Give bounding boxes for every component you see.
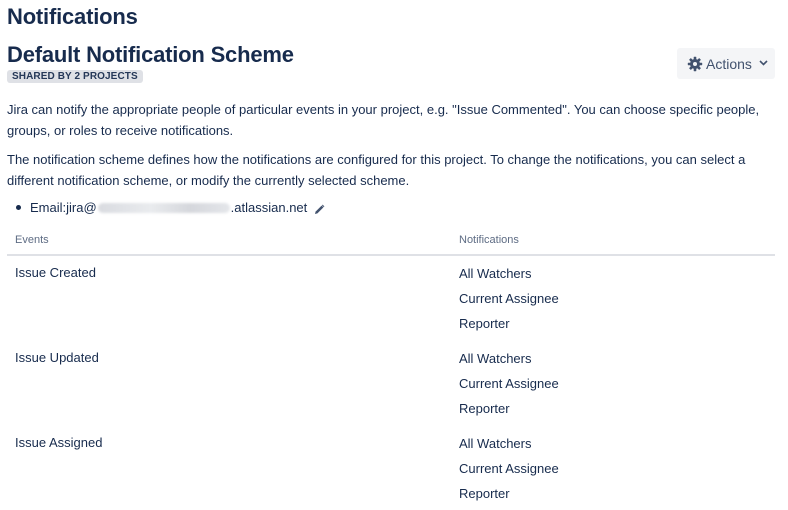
email-label: Email: [30, 200, 67, 215]
notification-item: Current Assignee [459, 461, 559, 476]
shared-badge-prefix: SHARED BY [12, 71, 75, 82]
actions-button[interactable]: Actions [677, 48, 775, 79]
scheme-title: Default Notification Scheme [7, 42, 294, 67]
notification-item: All Watchers [459, 436, 532, 451]
table-header: Events Notifications [7, 228, 775, 256]
notification-item: Current Assignee [459, 376, 559, 391]
email-list-item: Email: jira@ .atlassian.net [16, 198, 325, 218]
email-local-part: jira@ [66, 200, 97, 215]
description-paragraph-1: Jira can notify the appropriate people o… [7, 102, 760, 138]
shared-by-badge: SHARED BY 2 PROJECTS [7, 70, 143, 83]
notification-item: Reporter [459, 401, 510, 416]
notification-item: Reporter [459, 486, 510, 501]
notification-list: All Watchers Current Assignee Reporter [459, 265, 559, 340]
event-name: Issue Created [15, 265, 96, 280]
pencil-icon[interactable] [313, 202, 325, 214]
notification-item: Current Assignee [459, 291, 559, 306]
notification-list: All Watchers Current Assignee Reporter [459, 350, 559, 425]
event-name: Issue Assigned [15, 435, 103, 450]
email-domain: .atlassian.net [230, 200, 308, 215]
description-paragraph-2: The notification scheme defines how the … [7, 152, 746, 188]
gear-icon [687, 56, 703, 72]
actions-label: Actions [706, 55, 752, 72]
shared-badge-suffix: PROJECTS [80, 71, 138, 82]
notification-item: Reporter [459, 316, 510, 331]
chevron-down-icon [759, 58, 768, 69]
event-name: Issue Updated [15, 350, 99, 365]
redacted-email-segment [97, 203, 230, 213]
notification-item: All Watchers [459, 351, 532, 366]
bullet-icon [16, 205, 21, 210]
page-heading: Notifications [7, 4, 138, 29]
notification-item: All Watchers [459, 266, 532, 281]
events-column-header: Events [15, 234, 49, 246]
notifications-column-header: Notifications [459, 234, 519, 246]
notification-list: All Watchers Current Assignee Reporter [459, 435, 559, 510]
